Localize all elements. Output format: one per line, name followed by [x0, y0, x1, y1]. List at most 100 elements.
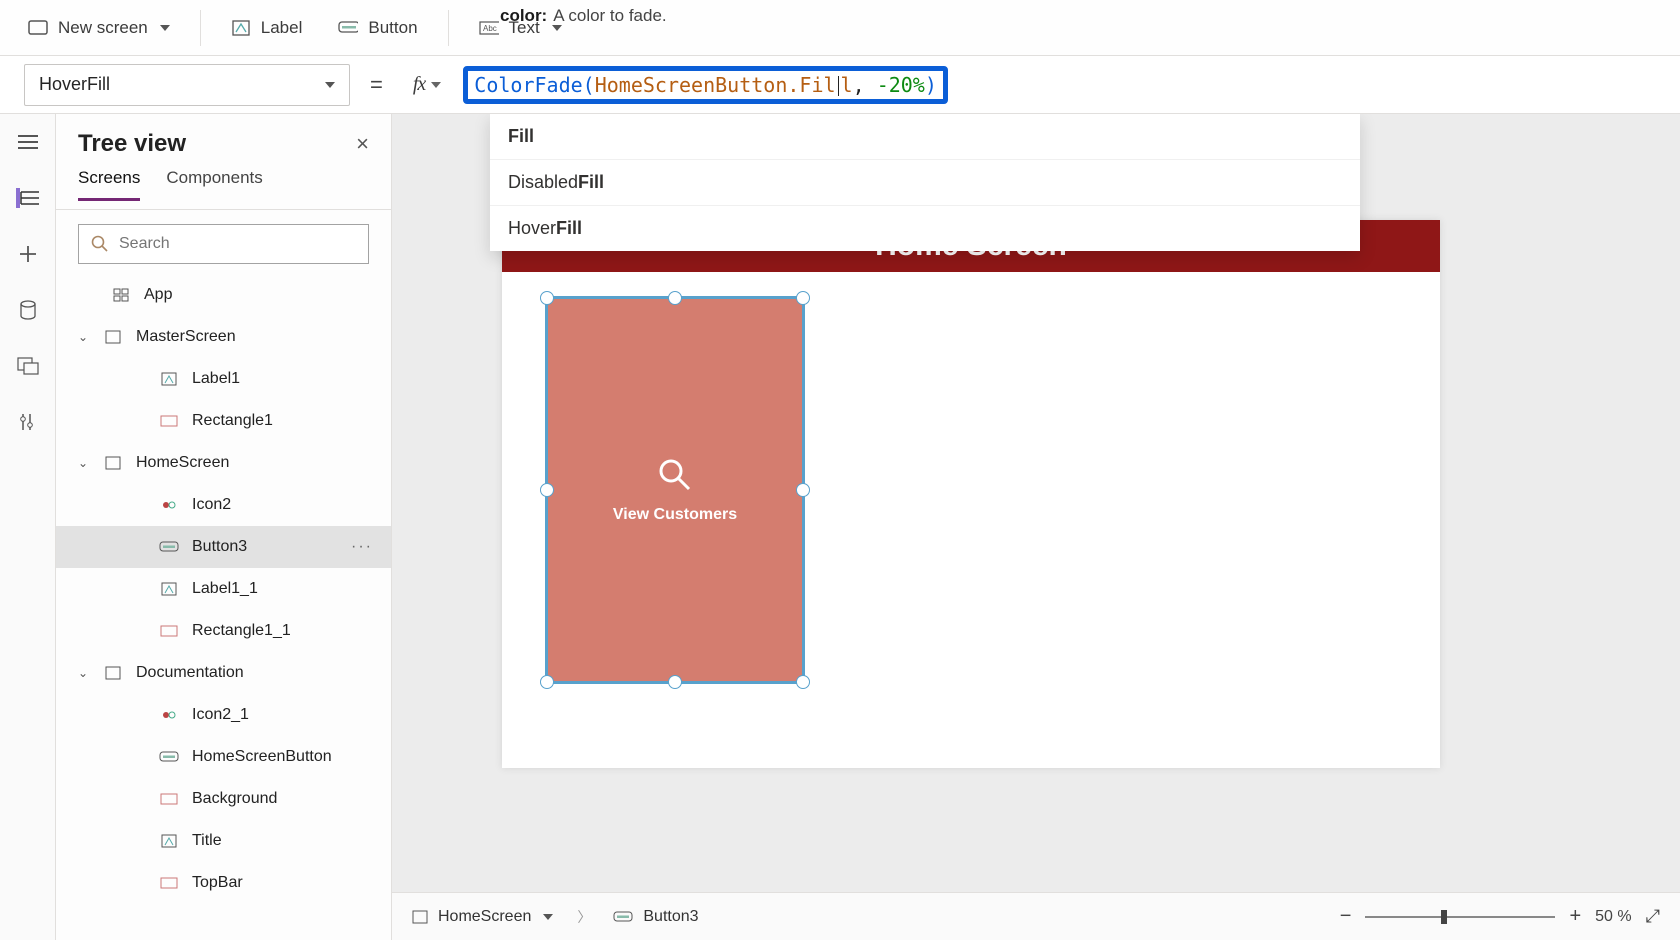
tree-item-rectangle1[interactable]: Rectangle1: [56, 400, 391, 442]
chevron-down-icon[interactable]: ⌄: [78, 330, 90, 344]
tree-item-label1[interactable]: Label1: [56, 358, 391, 400]
tab-components-label: Components: [166, 168, 262, 187]
ac-match: Fill: [556, 218, 582, 238]
text-icon: Abc: [479, 19, 499, 37]
top-toolbar: New screen Label Button Ab: [0, 0, 1680, 56]
resize-handle[interactable]: [668, 291, 682, 305]
data-icon[interactable]: [16, 300, 40, 320]
ac-prefix: Disabled: [508, 172, 578, 192]
tree-label: HomeScreen: [136, 454, 229, 472]
autocomplete-item-fill[interactable]: Fill: [490, 114, 1360, 160]
button-icon: [338, 19, 358, 37]
breadcrumb-screen[interactable]: HomeScreen: [412, 908, 553, 926]
formula-input[interactable]: ColorFade(HomeScreenButton.Fill, -20%): [463, 66, 948, 104]
tree-label: HomeScreenButton: [192, 748, 332, 766]
ac-prefix: Hover: [508, 218, 556, 238]
zoom-percent: 50 %: [1595, 908, 1631, 926]
app-icon: [110, 287, 132, 303]
resize-handle[interactable]: [540, 483, 554, 497]
tree-item-home-screen[interactable]: ⌄ HomeScreen: [56, 442, 391, 484]
view-customers-button[interactable]: View Customers: [545, 296, 805, 684]
view-customers-text: View Customers: [613, 506, 737, 524]
tree-item-title[interactable]: Title: [56, 820, 391, 862]
zoom-slider[interactable]: [1365, 916, 1555, 918]
tree-item-label1-1[interactable]: Label1_1: [56, 568, 391, 610]
tree-item-documentation[interactable]: ⌄ Documentation: [56, 652, 391, 694]
tree-item-app[interactable]: App: [56, 274, 391, 316]
new-screen-button[interactable]: New screen: [22, 14, 176, 42]
zoom-thumb[interactable]: [1441, 910, 1447, 924]
breadcrumb-screen-label: HomeScreen: [438, 908, 531, 926]
formula-function: ColorFade: [474, 73, 582, 97]
rectangle-icon: [158, 415, 180, 427]
zoom-in-button[interactable]: +: [1569, 905, 1581, 928]
chevron-down-icon: [543, 914, 553, 920]
label-icon: [231, 19, 251, 37]
resize-handle[interactable]: [796, 483, 810, 497]
chevron-down-icon: [431, 82, 441, 88]
resize-handle[interactable]: [540, 291, 554, 305]
label-icon: [158, 834, 180, 848]
button-icon: [158, 541, 180, 553]
autocomplete-item-hoverfill[interactable]: HoverFill: [490, 206, 1360, 251]
svg-text:Abc: Abc: [483, 24, 497, 33]
tooltip-label: color:: [500, 6, 547, 26]
tree-label: Label1: [192, 370, 240, 388]
text-cursor: [838, 76, 839, 96]
property-dropdown[interactable]: HoverFill: [24, 64, 350, 106]
tree-label: Icon2: [192, 496, 231, 514]
tab-screens-label: Screens: [78, 168, 140, 187]
button-icon: [613, 911, 633, 923]
chevron-down-icon[interactable]: ⌄: [78, 666, 90, 680]
hamburger-icon[interactable]: [16, 132, 40, 152]
fx-button[interactable]: fx: [403, 64, 451, 106]
tab-components[interactable]: Components: [166, 168, 262, 201]
tree-item-background[interactable]: Background: [56, 778, 391, 820]
autocomplete-item-disabledfill[interactable]: DisabledFill: [490, 160, 1360, 206]
screen-icon: [102, 456, 124, 470]
insert-icon[interactable]: [16, 244, 40, 264]
chevron-down-icon: [325, 82, 335, 88]
chevron-down-icon[interactable]: ⌄: [78, 456, 90, 470]
resize-handle[interactable]: [796, 675, 810, 689]
chevron-down-icon: [160, 25, 170, 31]
resize-handle[interactable]: [540, 675, 554, 689]
toolbar-separator: [448, 10, 449, 46]
tree-item-topbar[interactable]: TopBar: [56, 862, 391, 904]
resize-handle[interactable]: [796, 291, 810, 305]
bottom-bar: HomeScreen 〉 Button3 − + 50 % ⤢: [392, 892, 1680, 940]
icon-icon: [158, 708, 180, 722]
tree-view-panel: Tree view × Screens Components App ⌄: [56, 114, 392, 940]
tree-item-icon2-1[interactable]: Icon2_1: [56, 694, 391, 736]
fullscreen-icon[interactable]: ⤢: [1646, 906, 1660, 927]
insert-label-button[interactable]: Label: [225, 14, 309, 42]
screen-icon: [28, 19, 48, 37]
zoom-out-button[interactable]: −: [1340, 905, 1352, 928]
close-icon[interactable]: ×: [356, 131, 369, 157]
search-input[interactable]: [119, 235, 356, 253]
breadcrumb-control-label: Button3: [643, 908, 698, 926]
tree-label: Button3: [192, 538, 247, 556]
insert-button-button[interactable]: Button: [332, 14, 423, 42]
resize-handle[interactable]: [668, 675, 682, 689]
tree-item-home-screen-button[interactable]: HomeScreenButton: [56, 736, 391, 778]
left-rail: [0, 114, 56, 940]
media-icon[interactable]: [16, 356, 40, 376]
tools-icon[interactable]: [16, 412, 40, 432]
formula-close: ): [925, 73, 937, 97]
label-icon: [158, 372, 180, 386]
tree-item-button3[interactable]: Button3 ···: [56, 526, 391, 568]
search-box[interactable]: [78, 224, 369, 264]
tree-label: TopBar: [192, 874, 243, 892]
treeview-icon[interactable]: [16, 188, 40, 208]
toolbar-separator: [200, 10, 201, 46]
tree-item-icon2[interactable]: Icon2: [56, 484, 391, 526]
tab-screens[interactable]: Screens: [78, 168, 140, 201]
fx-icon: fx: [413, 73, 425, 96]
tree-item-rectangle1-1[interactable]: Rectangle1_1: [56, 610, 391, 652]
breadcrumb-control[interactable]: Button3: [613, 908, 698, 926]
canvas-stage[interactable]: Home Screen View Customers: [502, 220, 1440, 768]
tree-label: Icon2_1: [192, 706, 249, 724]
tree-item-master-screen[interactable]: ⌄ MasterScreen: [56, 316, 391, 358]
more-icon[interactable]: ···: [351, 538, 373, 556]
